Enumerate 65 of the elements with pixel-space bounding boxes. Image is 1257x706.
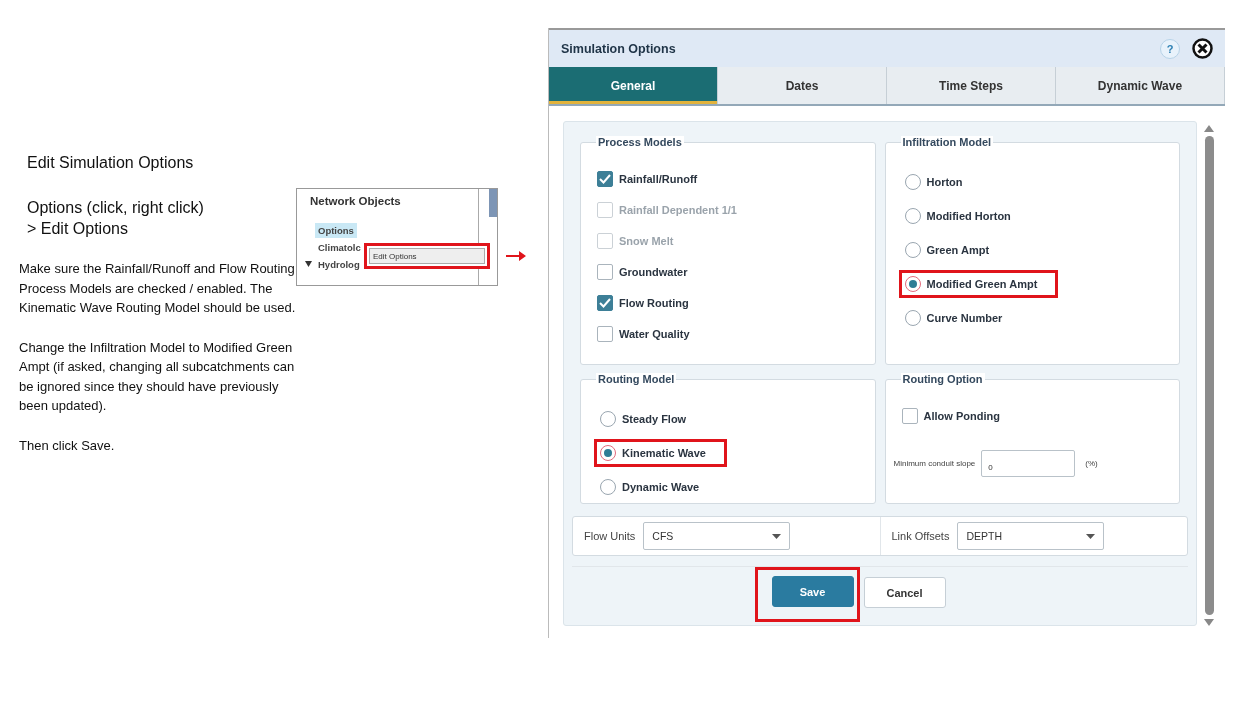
radio-label: Modified Green Ampt [926, 278, 1038, 290]
close-icon[interactable] [1192, 38, 1213, 59]
caret-icon [1086, 533, 1096, 539]
instruction-step: > Edit Options [27, 218, 296, 239]
tab[interactable]: Dynamic Wave [1056, 67, 1225, 104]
checkbox-label: Rainfall Dependent 1/1 [619, 204, 737, 216]
paragraph: Make sure the Rainfall/Runoff and Flow Routing Process Models are checked / enabled. The Kinematic Wave Routing Model should be used. [19, 260, 296, 317]
menu-item[interactable]: Edit Options [369, 248, 485, 264]
save-button[interactable]: Save [771, 576, 854, 607]
dropdown[interactable]: DEPTH [957, 522, 1105, 550]
tree-item[interactable]: Climatolc [315, 240, 364, 255]
radio-label: Horton [926, 176, 963, 188]
group-title: Routing Option [900, 373, 985, 385]
checkbox[interactable] [597, 295, 613, 311]
group-title: Routing Model [596, 373, 677, 385]
checkbox[interactable] [597, 264, 613, 280]
scroll-up-icon[interactable] [1204, 125, 1214, 132]
checkbox-label: Water Quality [619, 328, 690, 340]
checkbox-label: Allow Ponding [923, 410, 1000, 422]
checkbox[interactable] [597, 171, 613, 187]
scroll-down-icon[interactable] [1204, 619, 1214, 626]
radio-button[interactable] [600, 479, 616, 495]
scrollbar-thumb[interactable] [1204, 136, 1214, 615]
checkbox-label: Groundwater [619, 266, 688, 278]
radio-button[interactable] [904, 310, 921, 326]
checkbox[interactable] [597, 326, 613, 342]
radio-button[interactable] [600, 411, 616, 427]
checkbox-label: Rainfall/Runoff [619, 173, 698, 185]
paragraph: Then click Save. [19, 436, 116, 455]
radio-button[interactable] [904, 174, 921, 190]
radio-label: Dynamic Wave [622, 481, 700, 493]
radio-button[interactable] [904, 276, 921, 292]
unit-label: (%) [1085, 459, 1098, 468]
dropdown[interactable]: CFS [643, 522, 791, 550]
dialog-title: Simulation Options [561, 41, 677, 56]
field-label: Minimum conduit slope [893, 459, 976, 468]
panel-title: Network Objects [310, 195, 401, 207]
checkbox-label: Flow Routing [619, 297, 689, 309]
paragraph: Change the Infiltration Model to Modified Green Ampt (if asked, changing all subcatchments can be ignored since they should have previously been updated). [19, 338, 296, 415]
help-button[interactable]: ? [1160, 38, 1180, 59]
field-label: Flow Units [584, 530, 636, 542]
heading: Edit Simulation Options [27, 154, 195, 172]
radio-button[interactable] [904, 208, 921, 224]
cancel-button[interactable]: Cancel [863, 577, 946, 608]
instruction-step: Options (click, right click) [27, 197, 296, 218]
radio-button[interactable] [904, 242, 921, 258]
checkbox[interactable] [901, 408, 918, 424]
radio-label: Curve Number [926, 312, 1003, 324]
caret-icon [772, 533, 782, 539]
group-title: Process Models [596, 136, 684, 148]
slope-field[interactable]: 0 [981, 450, 1076, 477]
checkbox-label: Snow Melt [619, 235, 674, 247]
field-label: Link Offsets [891, 530, 950, 542]
radio-label: Steady Flow [622, 413, 687, 425]
radio-label: Kinematic Wave [622, 447, 706, 459]
radio-label: Modified Horton [926, 210, 1011, 222]
group-title: Infiltration Model [900, 136, 994, 148]
tab[interactable]: Dates [718, 67, 887, 104]
tree-item[interactable]: Options [315, 223, 357, 238]
tree-item[interactable]: Hydrolog [315, 257, 363, 272]
arrow-icon [506, 251, 526, 261]
tab[interactable]: Time Steps [887, 67, 1056, 104]
radio-label: Green Ampt [926, 244, 990, 256]
tab[interactable]: General [549, 67, 718, 104]
radio-button[interactable] [600, 445, 616, 461]
